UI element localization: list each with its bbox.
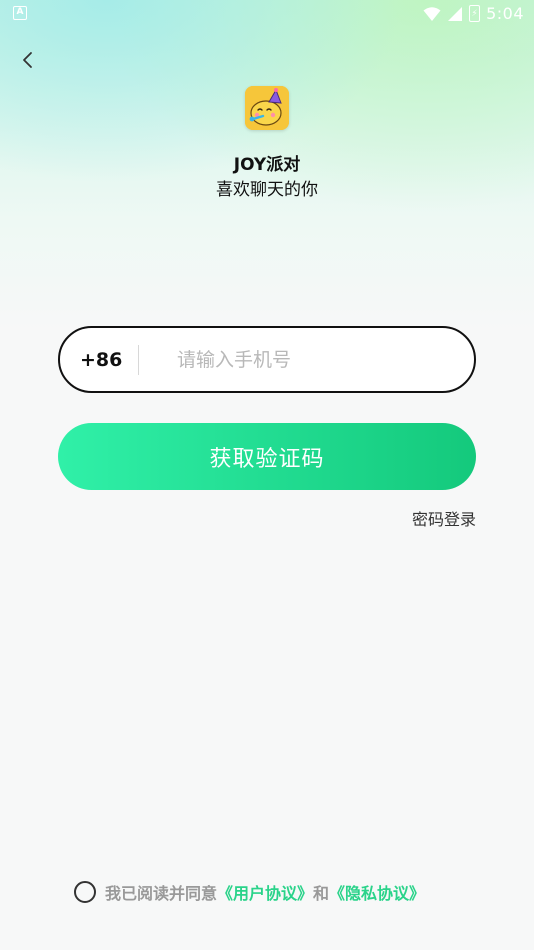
country-code-selector[interactable]: +86 bbox=[60, 349, 138, 371]
chevron-left-icon bbox=[23, 52, 32, 68]
wifi-icon bbox=[423, 6, 441, 21]
status-bar: A ⚡ 5:04 bbox=[0, 0, 534, 28]
party-face-logo-icon bbox=[245, 86, 289, 130]
notification-app-icon: A bbox=[13, 6, 27, 20]
agreement-checkbox[interactable] bbox=[74, 881, 96, 903]
phone-number-input[interactable] bbox=[139, 328, 474, 391]
back-button[interactable] bbox=[14, 46, 42, 74]
app-name: JOY派对 bbox=[233, 155, 301, 175]
signal-icon bbox=[448, 6, 463, 21]
user-agreement-link[interactable]: 《用户协议》 bbox=[217, 880, 313, 904]
privacy-policy-link[interactable]: 《隐私协议》 bbox=[329, 880, 425, 904]
phone-input-box: +86 bbox=[58, 326, 476, 393]
agreement-row: 我已阅读并同意 《用户协议》 和 《隐私协议》 bbox=[74, 880, 425, 904]
password-login-link[interactable]: 密码登录 bbox=[412, 506, 476, 530]
agreement-prefix: 我已阅读并同意 bbox=[105, 884, 218, 903]
status-time: 5:04 bbox=[486, 4, 524, 23]
status-bar-right: ⚡ 5:04 bbox=[423, 4, 524, 23]
app-slogan: 喜欢聊天的你 bbox=[216, 180, 318, 200]
get-verification-code-button[interactable]: 获取验证码 bbox=[58, 423, 476, 490]
battery-icon: ⚡ bbox=[469, 5, 481, 22]
app-logo bbox=[245, 86, 289, 130]
agreement-and: 和 bbox=[313, 884, 330, 903]
battery-charging-glyph: ⚡ bbox=[471, 8, 478, 19]
